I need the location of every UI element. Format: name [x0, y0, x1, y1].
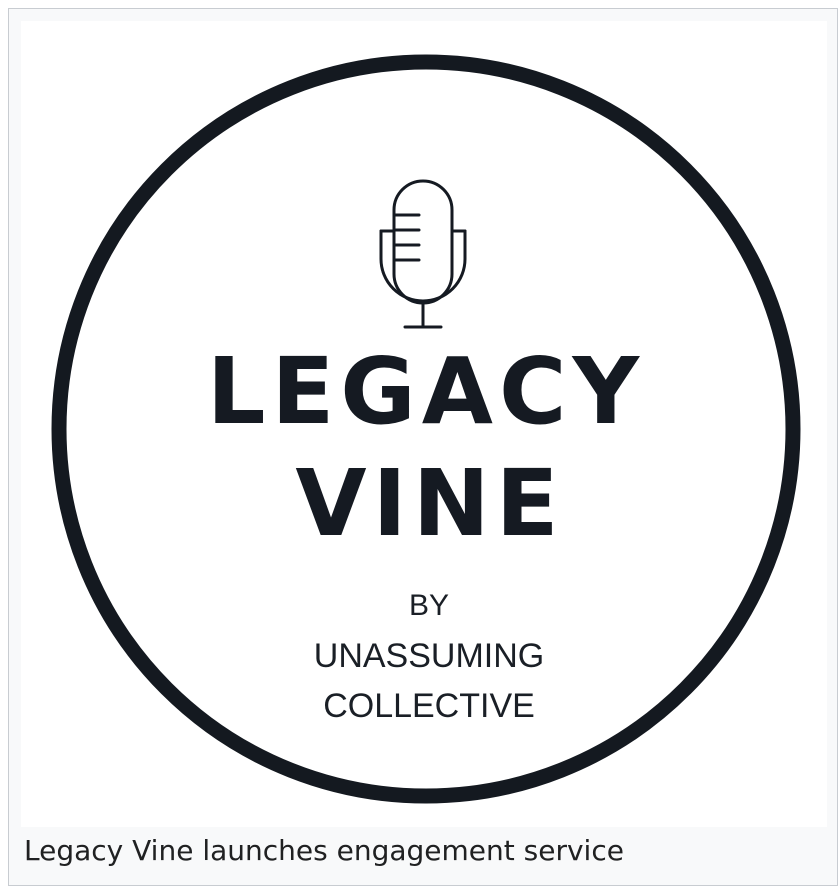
- logo-sub-line1: BY: [409, 589, 449, 622]
- logo-image[interactable]: LEGACY VINE BY UNASSUMING COLLECTIVE: [21, 21, 827, 827]
- microphone-icon: [379, 179, 467, 329]
- logo-sub-line2: UNASSUMING: [314, 637, 544, 675]
- logo-title-line2: VINE: [295, 450, 564, 557]
- thumbnail-frame: LEGACY VINE BY UNASSUMING COLLECTIVE Leg…: [8, 8, 838, 886]
- logo-title-line1: LEGACY: [207, 338, 645, 445]
- logo-sub-line3: COLLECTIVE: [323, 687, 535, 725]
- legacy-vine-logo: LEGACY VINE BY UNASSUMING COLLECTIVE: [51, 54, 801, 804]
- image-caption: Legacy Vine launches engagement service: [24, 834, 624, 867]
